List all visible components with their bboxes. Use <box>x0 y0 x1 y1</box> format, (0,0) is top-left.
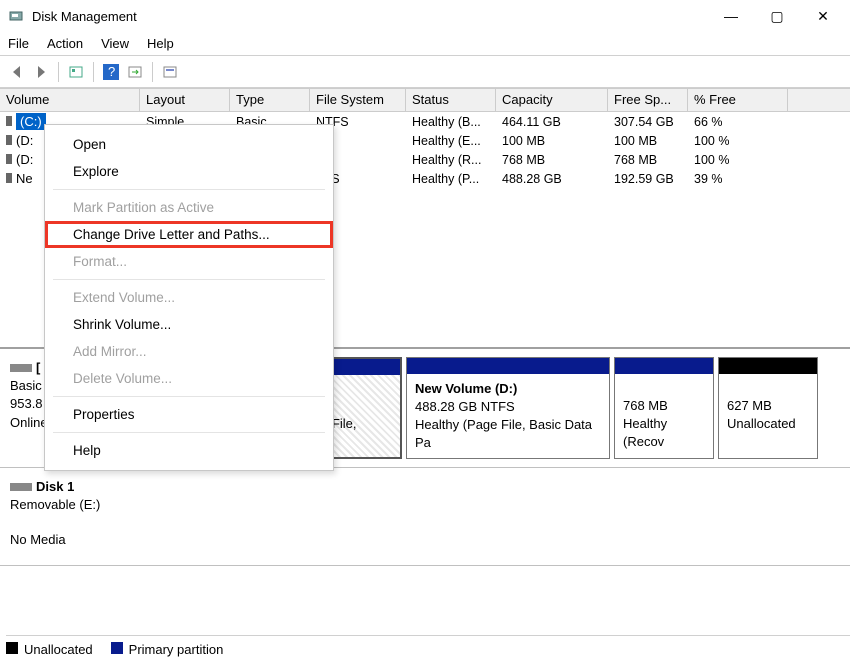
partition-new-volume[interactable]: New Volume (D:) 488.28 GB NTFS Healthy (Pa… <box>406 357 610 459</box>
partition-bar <box>407 358 609 374</box>
partition-size: 768 MB <box>623 398 668 413</box>
ctx-open[interactable]: Open <box>45 131 333 158</box>
ctx-shrink[interactable]: Shrink Volume... <box>45 311 333 338</box>
partition-status: Unallocated <box>727 416 796 431</box>
ctx-explore[interactable]: Explore <box>45 158 333 185</box>
forward-button[interactable] <box>30 61 52 83</box>
ctx-format: Format... <box>45 248 333 275</box>
back-button[interactable] <box>6 61 28 83</box>
disk-name: Disk 1 <box>36 479 74 494</box>
partition-size: 488.28 GB NTFS <box>415 399 515 414</box>
window-title: Disk Management <box>32 9 708 24</box>
col-filesystem[interactable]: File System <box>310 89 406 111</box>
separator <box>53 189 325 190</box>
partition-status: Healthy (Page File, Basic Data Pa <box>415 417 592 450</box>
menu-view[interactable]: View <box>101 36 129 51</box>
ctx-delete: Delete Volume... <box>45 365 333 392</box>
disk-type: Removable (E:) <box>10 496 116 514</box>
partition-name: New Volume (D:) <box>415 381 517 396</box>
refresh-icon[interactable] <box>65 61 87 83</box>
partition-status: Healthy (Recov <box>623 416 667 449</box>
disk-1-row[interactable]: Disk 1 Removable (E:) No Media <box>0 468 850 566</box>
action-icon[interactable] <box>124 61 146 83</box>
ctx-mark-active: Mark Partition as Active <box>45 194 333 221</box>
col-capacity[interactable]: Capacity <box>496 89 608 111</box>
col-status[interactable]: Status <box>406 89 496 111</box>
disk-1-label: Disk 1 Removable (E:) No Media <box>0 468 126 565</box>
disk-status: No Media <box>10 531 116 549</box>
swatch-unallocated-icon <box>6 642 18 654</box>
disk-mgmt-icon <box>8 8 24 24</box>
ctx-change-drive-letter[interactable]: Change Drive Letter and Paths... <box>45 221 333 248</box>
separator <box>53 396 325 397</box>
legend-unallocated: Unallocated <box>24 642 93 657</box>
col-free[interactable]: Free Sp... <box>608 89 688 111</box>
disk-icon <box>10 483 32 491</box>
menu-help[interactable]: Help <box>147 36 174 51</box>
legend-primary: Primary partition <box>129 642 224 657</box>
titlebar: Disk Management — ▢ ✕ <box>0 0 850 32</box>
minimize-button[interactable]: — <box>708 0 754 32</box>
col-layout[interactable]: Layout <box>140 89 230 111</box>
menu-file[interactable]: File <box>8 36 29 51</box>
ctx-mirror: Add Mirror... <box>45 338 333 365</box>
partition-size: 627 MB <box>727 398 772 413</box>
col-volume[interactable]: Volume <box>0 89 140 111</box>
separator <box>58 62 59 82</box>
partition-unallocated[interactable]: 627 MB Unallocated <box>718 357 818 459</box>
separator <box>53 279 325 280</box>
separator <box>53 432 325 433</box>
settings-icon[interactable] <box>159 61 181 83</box>
disk-1-partitions <box>126 468 850 565</box>
menu-action[interactable]: Action <box>47 36 83 51</box>
ctx-extend: Extend Volume... <box>45 284 333 311</box>
disk-icon <box>10 364 32 372</box>
col-pctfree[interactable]: % Free <box>688 89 788 111</box>
svg-text:?: ? <box>108 64 115 79</box>
maximize-button[interactable]: ▢ <box>754 0 800 32</box>
col-type[interactable]: Type <box>230 89 310 111</box>
toolbar: ? <box>0 56 850 88</box>
legend: Unallocated Primary partition <box>6 635 850 663</box>
context-menu: Open Explore Mark Partition as Active Ch… <box>44 124 334 471</box>
menubar: File Action View Help <box>0 32 850 56</box>
separator <box>152 62 153 82</box>
partition-bar <box>719 358 817 374</box>
help-icon[interactable]: ? <box>100 61 122 83</box>
ctx-properties[interactable]: Properties <box>45 401 333 428</box>
separator <box>93 62 94 82</box>
swatch-primary-icon <box>111 642 123 654</box>
partition-bar <box>615 358 713 374</box>
partition-recovery[interactable]: 768 MB Healthy (Recov <box>614 357 714 459</box>
columns-header: Volume Layout Type File System Status Ca… <box>0 88 850 112</box>
close-button[interactable]: ✕ <box>800 0 846 32</box>
ctx-help[interactable]: Help <box>45 437 333 464</box>
